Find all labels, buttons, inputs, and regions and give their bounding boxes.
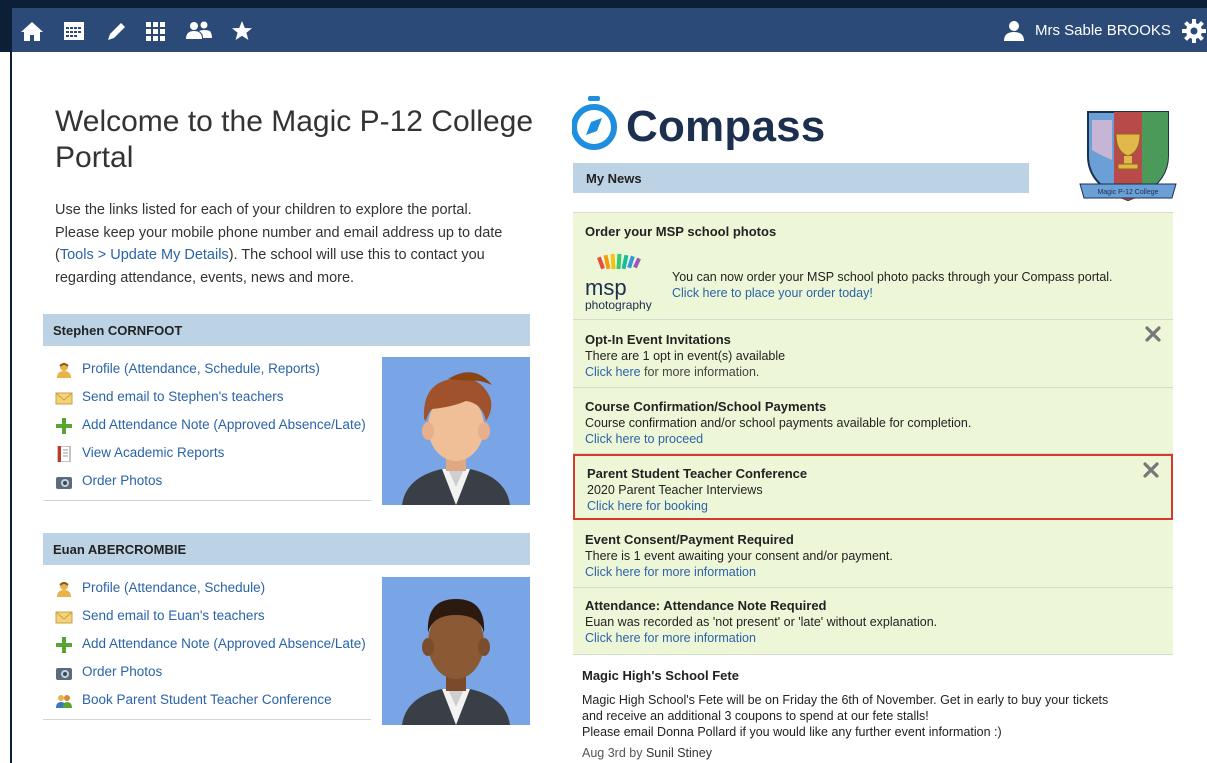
report-icon — [55, 445, 73, 463]
email-icon — [55, 609, 73, 625]
profile-icon — [55, 581, 73, 597]
news-item-title: Course Confirmation/School Payments — [585, 399, 827, 414]
news-item-title: Opt-In Event Invitations — [585, 332, 731, 347]
child-header-euan: Euan ABERCROMBIE — [43, 533, 530, 565]
news-item-event-consent: Event Consent/Payment Required There is … — [573, 520, 1173, 588]
frame-border — [10, 52, 12, 763]
compass-brand-name: Compass — [626, 102, 826, 151]
people-icon[interactable] — [184, 20, 214, 42]
child-link-label[interactable]: Add Attendance Note (Approved Absence/La… — [82, 635, 366, 653]
child-link-label[interactable]: Profile (Attendance, Schedule, Reports) — [82, 360, 320, 378]
attendance-note-link[interactable]: Click here for more information — [585, 630, 756, 646]
top-navigation-bar-inner: Mrs Sable BROOKS — [12, 8, 1207, 52]
news-item-course-confirmation: Course Confirmation/School Payments Cour… — [573, 388, 1173, 454]
news-post-line: and receive an additional 3 coupons to s… — [582, 709, 929, 723]
msp-photography-logo: msp photography — [585, 253, 663, 312]
news-item-body: Euan was recorded as 'not present' or 'l… — [585, 615, 938, 629]
child-link-profile[interactable]: Profile (Attendance, Schedule) — [55, 579, 375, 607]
child-link-attendance-note[interactable]: Add Attendance Note (Approved Absence/La… — [55, 416, 375, 444]
calendar-icon[interactable] — [62, 20, 86, 42]
child-link-order-photos[interactable]: Order Photos — [55, 472, 375, 500]
news-item-body: There is 1 event awaiting your consent a… — [585, 549, 893, 563]
crest-text: Magic P-12 College — [1097, 189, 1158, 196]
news-item-title: Event Consent/Payment Required — [585, 532, 794, 547]
child-link-email[interactable]: Send email to Euan's teachers — [55, 607, 375, 635]
event-consent-link[interactable]: Click here for more information — [585, 564, 756, 580]
news-post-author[interactable]: Sunil Stiney — [646, 746, 712, 760]
news-item-opt-in: Opt-In Event Invitations There are 1 opt… — [573, 320, 1173, 388]
news-item-body: There are 1 opt in event(s) available — [585, 349, 786, 363]
news-post-meta: Aug 3rd by Sunil Stiney — [582, 746, 1182, 760]
child-links-euan: Profile (Attendance, Schedule) Send emai… — [55, 579, 375, 719]
dismiss-icon[interactable] — [1143, 462, 1159, 478]
news-post-line: Magic High School's Fete will be on Frid… — [582, 693, 1109, 707]
conference-booking-link[interactable]: Click here for booking — [587, 498, 708, 514]
child-link-profile[interactable]: Profile (Attendance, Schedule, Reports) — [55, 360, 375, 388]
child-header-stephen: Stephen CORNFOOT — [43, 314, 530, 346]
divider — [43, 500, 371, 501]
news-item-msp-photos: Order your MSP school photos msp photogr… — [573, 213, 1173, 320]
news-item-title: Parent Student Teacher Conference — [587, 466, 808, 481]
child-link-book-conference[interactable]: Book Parent Student Teacher Conference — [55, 691, 375, 719]
news-post-date: Aug 3rd by — [582, 746, 646, 760]
home-icon[interactable] — [20, 20, 44, 42]
child-link-reports[interactable]: View Academic Reports — [55, 444, 375, 472]
course-confirmation-link[interactable]: Click here to proceed — [585, 431, 703, 447]
news-item-conference: Parent Student Teacher Conference 2020 P… — [573, 454, 1173, 520]
child-link-label[interactable]: Send email to Euan's teachers — [82, 607, 265, 625]
news-post-body: Magic High School's Fete will be on Frid… — [582, 692, 1182, 740]
news-post-line: Please email Donna Pollard if you would … — [582, 725, 1002, 739]
news-post-title: Magic High's School Fete — [582, 668, 739, 683]
compass-logo-icon — [571, 96, 617, 150]
child-link-email[interactable]: Send email to Stephen's teachers — [55, 388, 375, 416]
opt-in-link[interactable]: Click here — [585, 365, 641, 379]
pencil-icon[interactable] — [104, 20, 128, 42]
news-item-body: You can now order your MSP school photo … — [672, 270, 1113, 284]
user-name[interactable]: Mrs Sable BROOKS — [1035, 21, 1171, 41]
news-item-body: Course confirmation and/or school paymen… — [585, 416, 972, 430]
plus-icon — [55, 418, 73, 434]
news-item-link-row: Click here for more information. — [585, 364, 759, 380]
child-avatar-stephen — [382, 357, 530, 505]
page-title: Welcome to the Magic P-12 College Portal — [55, 105, 534, 174]
child-avatar-euan — [382, 577, 530, 725]
msp-order-link[interactable]: Click here to place your order today! — [672, 285, 873, 301]
child-link-label[interactable]: Order Photos — [82, 663, 162, 681]
msp-brand-subtext: photography — [585, 298, 652, 311]
star-icon[interactable] — [230, 20, 254, 42]
news-item-link-suffix: for more information. — [640, 365, 760, 379]
news-item-title: Attendance: Attendance Note Required — [585, 598, 827, 613]
child-link-label[interactable]: View Academic Reports — [82, 444, 224, 462]
plus-icon — [55, 637, 73, 653]
dismiss-icon[interactable] — [1145, 326, 1161, 342]
news-item-body: 2020 Parent Teacher Interviews — [587, 483, 763, 497]
welcome-text: Use the links listed for each of your ch… — [55, 199, 515, 289]
child-link-label[interactable]: Order Photos — [82, 472, 162, 490]
grid-icon[interactable] — [144, 20, 168, 42]
news-post-fete: Magic High's School Fete Magic High Scho… — [582, 668, 1182, 760]
child-link-label[interactable]: Book Parent Student Teacher Conference — [82, 691, 332, 709]
news-item-attendance-note: Attendance: Attendance Note Required Eua… — [573, 588, 1173, 655]
news-item-title: Order your MSP school photos — [585, 224, 777, 239]
my-news-header: My News — [573, 163, 1029, 193]
msp-brand-text: msp — [585, 275, 627, 300]
child-links-stephen: Profile (Attendance, Schedule, Reports) … — [55, 360, 375, 500]
divider — [43, 719, 371, 720]
child-link-attendance-note[interactable]: Add Attendance Note (Approved Absence/La… — [55, 635, 375, 663]
email-icon — [55, 390, 73, 406]
user-icon[interactable] — [1003, 20, 1025, 42]
child-link-label[interactable]: Profile (Attendance, Schedule) — [82, 579, 265, 597]
child-link-label[interactable]: Add Attendance Note (Approved Absence/La… — [82, 416, 366, 434]
child-link-order-photos[interactable]: Order Photos — [55, 663, 375, 691]
camera-icon — [55, 665, 73, 681]
conference-icon — [55, 693, 73, 709]
school-crest: Magic P-12 College — [1078, 100, 1178, 208]
news-panel: Order your MSP school photos msp photogr… — [573, 212, 1173, 655]
profile-icon — [55, 362, 73, 378]
top-navigation-bar: Mrs Sable BROOKS — [0, 0, 1207, 52]
gear-icon[interactable] — [1181, 18, 1207, 44]
update-details-link[interactable]: Tools > Update My Details — [60, 247, 229, 263]
camera-icon — [55, 474, 73, 490]
child-link-label[interactable]: Send email to Stephen's teachers — [82, 388, 283, 406]
